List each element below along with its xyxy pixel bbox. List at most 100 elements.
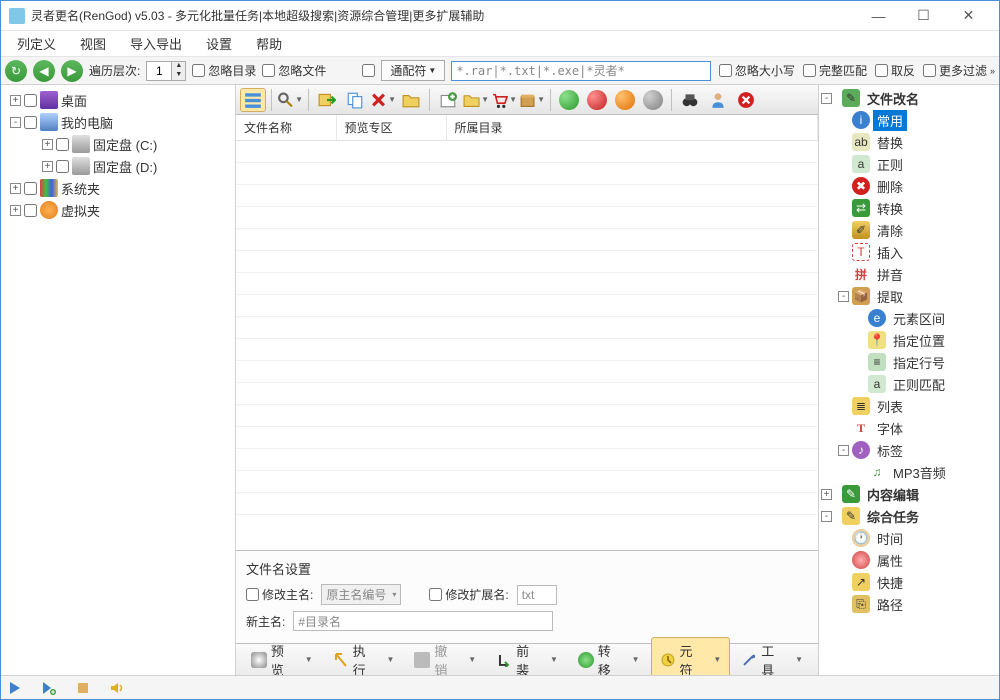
ignore-file-check[interactable]: 忽略文件	[262, 62, 326, 79]
rtree-clear[interactable]: ✐清除	[821, 219, 997, 241]
rtree-shortcut[interactable]: ↗快捷	[821, 571, 997, 593]
statusbar	[1, 675, 999, 699]
menu-coldef[interactable]: 列定义	[7, 31, 66, 56]
tree-desktop[interactable]: + 桌面	[3, 89, 233, 111]
rtree-rename[interactable]: -✎文件改名	[821, 87, 997, 109]
drive-icon	[72, 157, 90, 175]
tree-computer[interactable]: - 我的电脑	[3, 111, 233, 133]
tree-sysfolder[interactable]: + 系统夹	[3, 177, 233, 199]
user-button[interactable]	[705, 88, 731, 112]
cancel-button[interactable]	[733, 88, 759, 112]
depth-label: 遍历层次:	[89, 62, 140, 79]
rtree-list[interactable]: ≣列表	[821, 395, 997, 417]
folder-tree[interactable]: + 桌面 - 我的电脑 + 固定盘 (C:) + 固定盘 (D:) +	[1, 85, 236, 675]
ignore-case-check[interactable]: 忽略大小写	[719, 62, 795, 79]
task-tree[interactable]: -✎文件改名 i常用 ab替换 a正则 ✖删除 ⇄转换 ✐清除 T插入 拼拼音 …	[819, 85, 999, 675]
new-main-label: 新主名:	[246, 613, 285, 630]
go-button[interactable]	[556, 88, 582, 112]
tree-virtual[interactable]: + 虚拟夹	[3, 199, 233, 221]
close-button[interactable]: ✕	[946, 2, 991, 30]
menu-importexport[interactable]: 导入导出	[120, 31, 192, 56]
sound-icon[interactable]	[109, 680, 125, 696]
ext-input[interactable]	[517, 585, 557, 605]
ignore-dir-check[interactable]: 忽略目录	[192, 62, 256, 79]
rtree-lineno[interactable]: ≡指定行号	[821, 351, 997, 373]
file-table[interactable]: 文件名称 预览专区 所属目录	[236, 115, 818, 550]
depth-input[interactable]	[147, 64, 171, 78]
rtree-font[interactable]: T字体	[821, 417, 997, 439]
maximize-button[interactable]: ☐	[901, 2, 946, 30]
table-row	[236, 427, 818, 449]
main-combo[interactable]: 原主名编号▾	[321, 584, 401, 605]
rtree-regex[interactable]: a正则	[821, 153, 997, 175]
add-button[interactable]	[435, 88, 461, 112]
depth-down[interactable]: ▼	[171, 71, 185, 80]
table-row	[236, 273, 818, 295]
invert-check[interactable]: 取反	[875, 62, 915, 79]
stop-button[interactable]	[584, 88, 610, 112]
binoculars-button[interactable]	[677, 88, 703, 112]
menu-help[interactable]: 帮助	[246, 31, 292, 56]
rtree-delete[interactable]: ✖删除	[821, 175, 997, 197]
table-row	[236, 229, 818, 251]
tree-drive-d[interactable]: + 固定盘 (D:)	[3, 155, 233, 177]
rtree-time[interactable]: 🕐时间	[821, 527, 997, 549]
disable-button[interactable]	[640, 88, 666, 112]
depth-up[interactable]: ▲	[171, 62, 185, 71]
refresh-button[interactable]: ↻	[5, 60, 27, 82]
rtree-path[interactable]: ⎘路径	[821, 593, 997, 615]
options-bar: ↻ ◀ ▶ 遍历层次: ▲▼ 忽略目录 忽略文件 通配符▼ 忽略大小写 完整匹配…	[1, 57, 999, 85]
pause-button[interactable]	[612, 88, 638, 112]
rtree-tag[interactable]: -♪标签	[821, 439, 997, 461]
rtree-contentedit[interactable]: +✎内容编辑	[821, 483, 997, 505]
minimize-button[interactable]: —	[856, 2, 901, 30]
rtree-extract[interactable]: -📦提取	[821, 285, 997, 307]
menu-view[interactable]: 视图	[70, 31, 116, 56]
col-dir[interactable]: 所属目录	[446, 115, 818, 141]
rtree-comptask[interactable]: -✎综合任务	[821, 505, 997, 527]
modify-ext-check[interactable]: 修改扩展名:	[429, 586, 508, 603]
rtree-regexmatch[interactable]: a正则匹配	[821, 373, 997, 395]
wildcard-button[interactable]: 通配符▼	[381, 60, 445, 81]
play-plus-icon[interactable]	[41, 680, 57, 696]
tree-drive-c[interactable]: + 固定盘 (C:)	[3, 133, 233, 155]
rtree-pinyin[interactable]: 拼拼音	[821, 263, 997, 285]
exact-match-check[interactable]: 完整匹配	[803, 62, 867, 79]
open-folder-button[interactable]	[398, 88, 424, 112]
new-main-input[interactable]	[293, 611, 553, 631]
expand-icon[interactable]: +	[10, 95, 21, 106]
rtree-insert[interactable]: T插入	[821, 241, 997, 263]
nav-back-button[interactable]: ◀	[33, 60, 55, 82]
view-list-button[interactable]	[240, 88, 266, 112]
status-icon-3[interactable]	[75, 680, 91, 696]
rtree-attr[interactable]: 属性	[821, 549, 997, 571]
wildcard-input[interactable]	[451, 61, 711, 81]
table-row	[236, 493, 818, 515]
box-button[interactable]: ▼	[519, 88, 545, 112]
more-filter[interactable]: 更多过滤»	[923, 62, 995, 79]
menu-settings[interactable]: 设置	[196, 31, 242, 56]
depth-spin[interactable]: ▲▼	[146, 61, 186, 81]
cart-button[interactable]: ▼	[491, 88, 517, 112]
collapse-icon[interactable]: -	[10, 117, 21, 128]
nav-forward-button[interactable]: ▶	[61, 60, 83, 82]
wildcard-check[interactable]	[362, 64, 375, 77]
goto-button[interactable]	[314, 88, 340, 112]
rtree-position[interactable]: 📍指定位置	[821, 329, 997, 351]
menubar: 列定义 视图 导入导出 设置 帮助	[1, 31, 999, 57]
search-button[interactable]: ▼	[277, 88, 303, 112]
rtree-convert[interactable]: ⇄转换	[821, 197, 997, 219]
rtree-replace[interactable]: ab替换	[821, 131, 997, 153]
col-preview[interactable]: 预览专区	[336, 115, 446, 141]
copy-button[interactable]	[342, 88, 368, 112]
modify-main-check[interactable]: 修改主名:	[246, 586, 313, 603]
col-filename[interactable]: 文件名称	[236, 115, 336, 141]
rtree-elemrange[interactable]: e元素区间	[821, 307, 997, 329]
table-row	[236, 339, 818, 361]
folder-add-button[interactable]: ▼	[463, 88, 489, 112]
rtree-mp3[interactable]: ♫MP3音频	[821, 461, 997, 483]
table-row	[236, 361, 818, 383]
rtree-common[interactable]: i常用	[821, 109, 997, 131]
play-icon[interactable]	[7, 680, 23, 696]
delete-button[interactable]: ▼	[370, 88, 396, 112]
